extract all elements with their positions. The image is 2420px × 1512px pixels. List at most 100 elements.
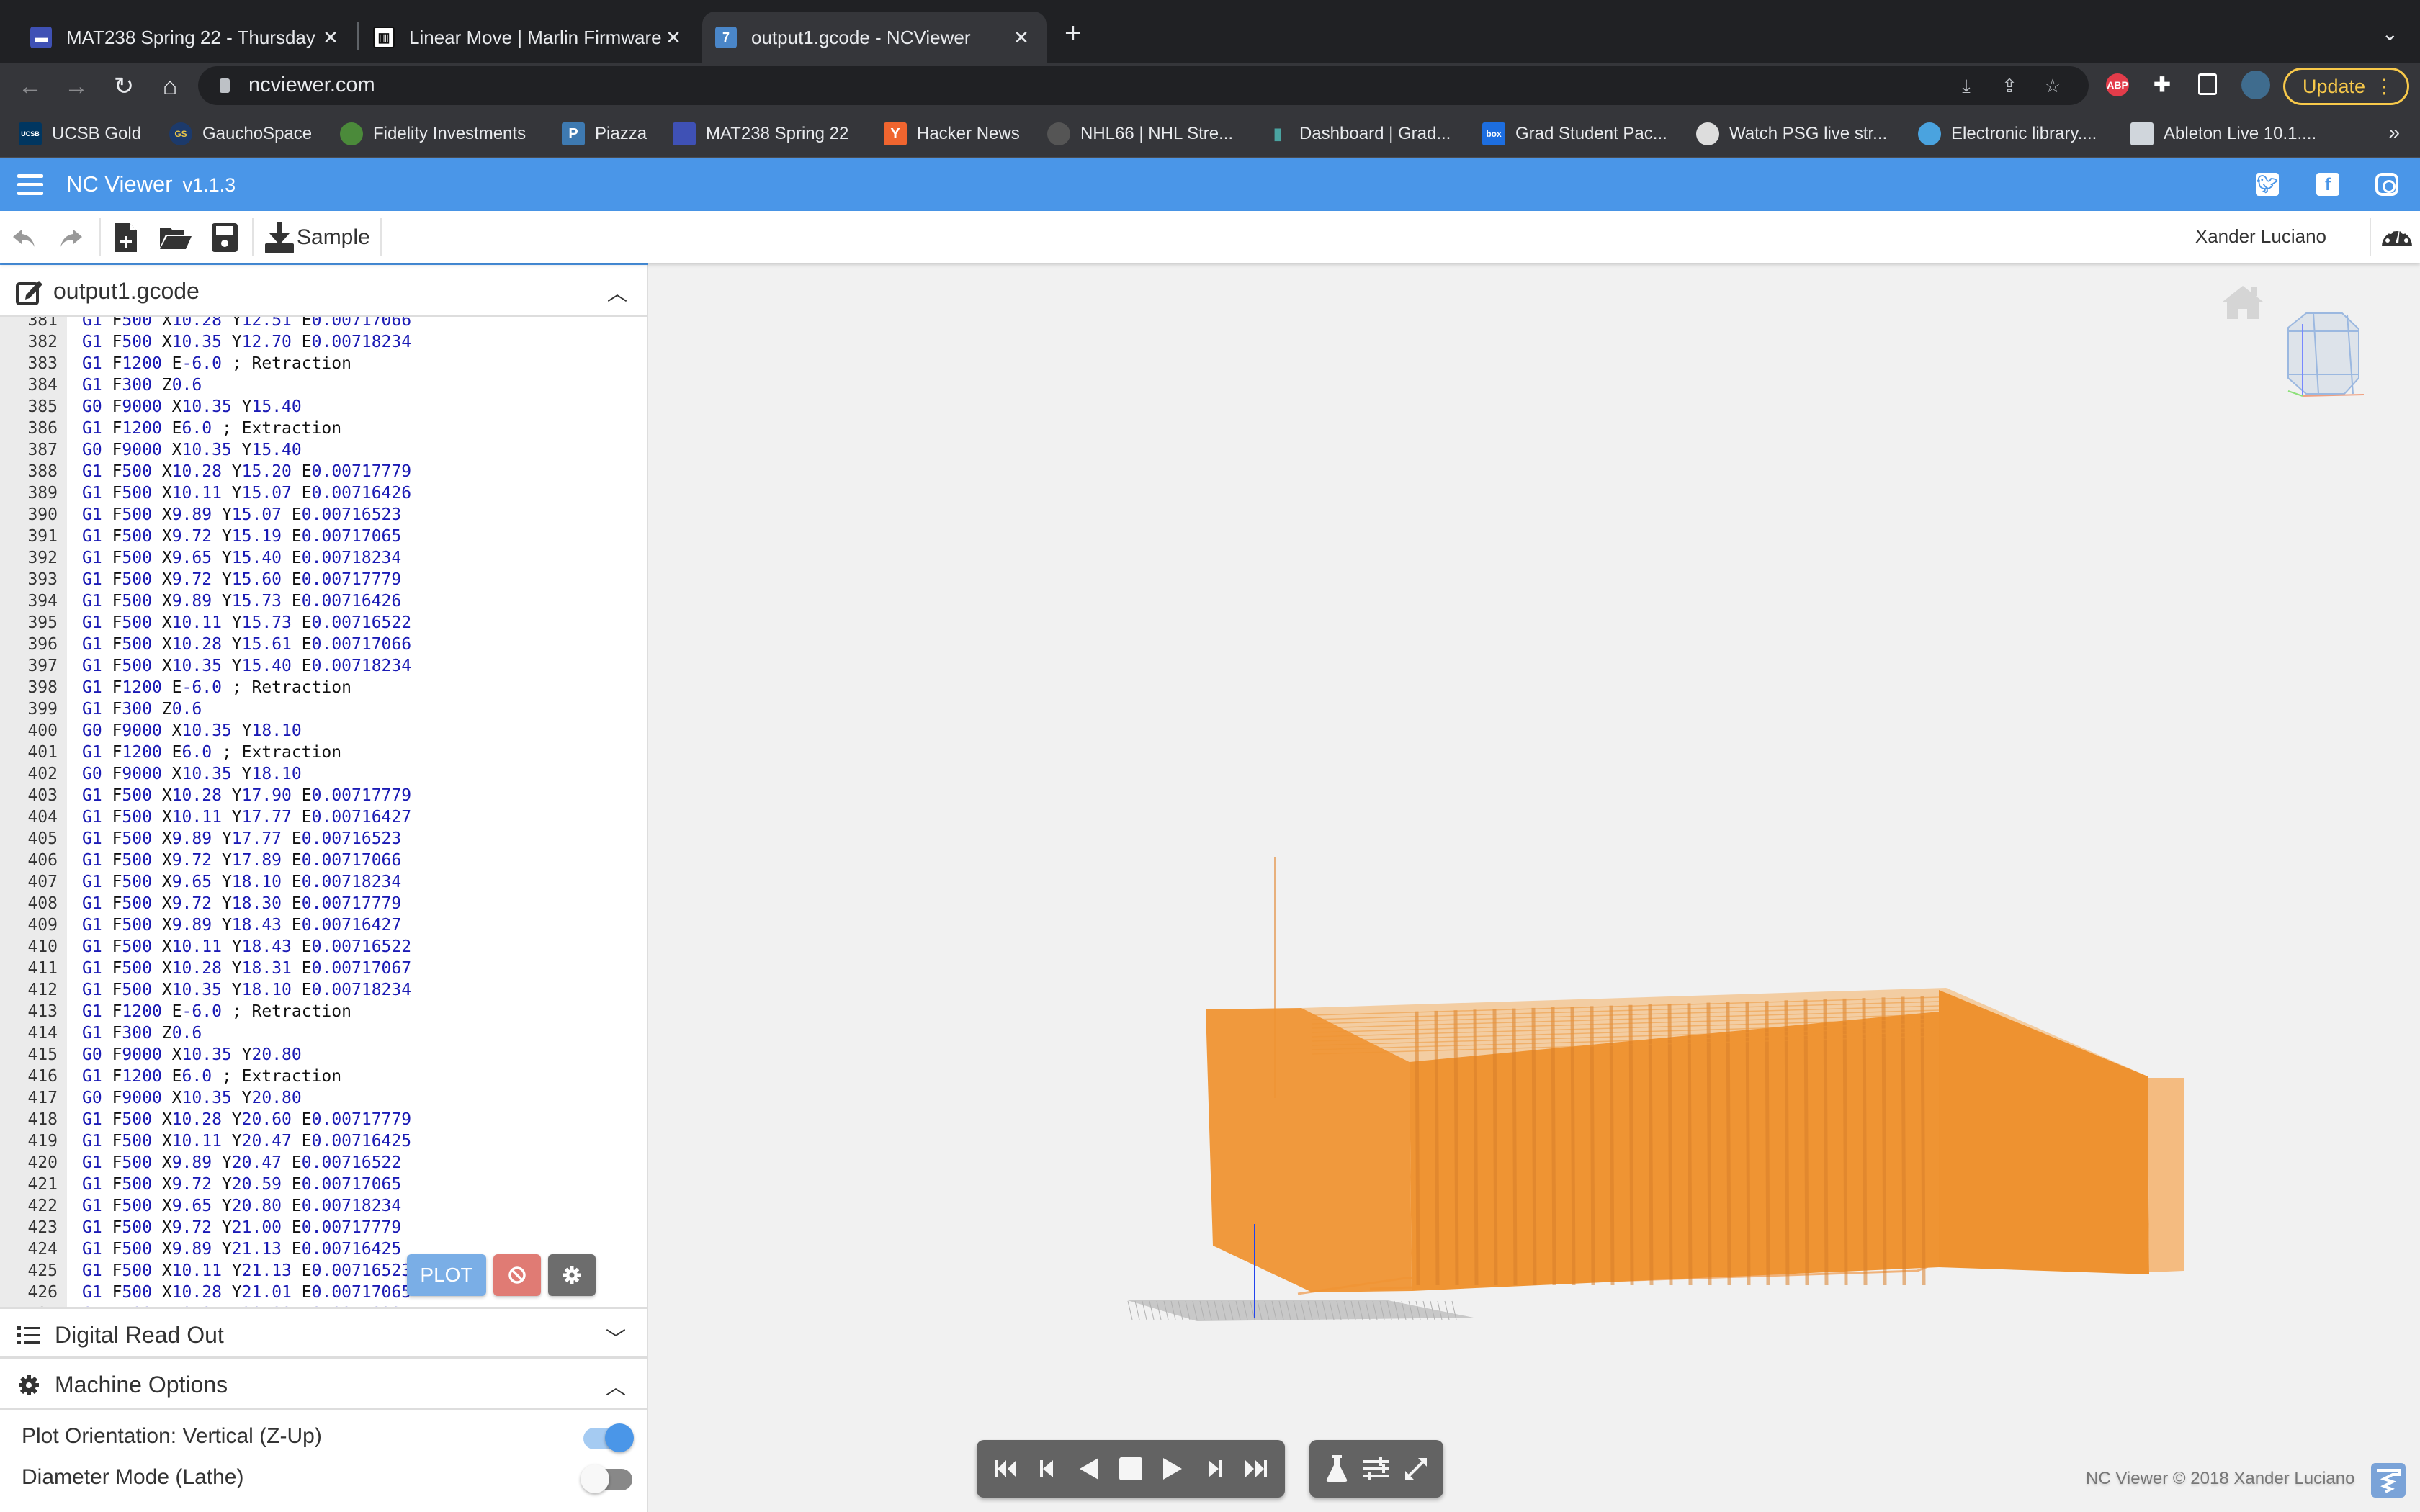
flask-icon[interactable] — [1322, 1454, 1351, 1483]
browser-tab[interactable]: ▥ Linear Move | Marlin Firmware ✕ — [360, 12, 699, 63]
bookmark-item[interactable]: Y Hacker News — [884, 122, 1020, 145]
facebook-icon[interactable]: f — [2316, 173, 2339, 196]
profile-avatar[interactable] — [2241, 71, 2270, 99]
bookmark-item[interactable]: box Grad Student Pac... — [1482, 122, 1667, 145]
code-line[interactable]: 413 G1 F1200 E-6.0 ; Retraction — [0, 1001, 647, 1022]
browser-tab-active[interactable]: 7 output1.gcode - NCViewer ✕ — [702, 12, 1047, 63]
diameter-mode-toggle[interactable] — [581, 1464, 632, 1493]
gcode-editor[interactable]: 381 G1 F500 X10.28 Y12.51 E0.00717066 382 G… — [0, 317, 647, 1307]
redo-button[interactable] — [59, 224, 84, 251]
machine-options-header[interactable]: Machine Options ︿ — [0, 1359, 647, 1410]
code-line[interactable]: 395 G1 F500 X10.11 Y15.73 E0.00716522 — [0, 612, 647, 634]
code-line[interactable]: 405 G1 F500 X9.89 Y17.77 E0.00716523 — [0, 828, 647, 850]
code-line[interactable]: 408 G1 F500 X9.72 Y18.30 E0.00717779 — [0, 893, 647, 914]
code-line[interactable]: 394 G1 F500 X9.89 Y15.73 E0.00716426 — [0, 590, 647, 612]
bookmark-item[interactable]: ▮ Dashboard | Grad... — [1266, 122, 1451, 145]
bookmark-item[interactable]: P Piazza — [562, 122, 647, 145]
undo-button[interactable] — [12, 224, 36, 251]
bookmark-item[interactable]: UCSB UCSB Gold — [19, 122, 141, 145]
clear-button[interactable] — [493, 1254, 541, 1296]
code-line[interactable]: 401 G1 F1200 E6.0 ; Extraction — [0, 742, 647, 763]
code-line[interactable]: 389 G1 F500 X10.11 Y15.07 E0.00716426 — [0, 482, 647, 504]
plot-button[interactable]: PLOT — [407, 1254, 486, 1296]
code-line[interactable]: 423 G1 F500 X9.72 Y21.00 E0.00717779 — [0, 1217, 647, 1238]
share-icon[interactable]: ⇪ — [1999, 75, 2020, 96]
update-button[interactable]: Update ⋮ — [2283, 68, 2409, 105]
code-line[interactable]: 404 G1 F500 X10.11 Y17.77 E0.00716427 — [0, 806, 647, 828]
save-file-button[interactable] — [212, 223, 238, 252]
bookmark-item[interactable]: MAT238 Spring 22 — [673, 122, 848, 145]
home-view-icon[interactable] — [2221, 284, 2264, 320]
bookmark-star-icon[interactable]: ☆ — [2042, 75, 2063, 96]
editor-settings-button[interactable] — [548, 1254, 596, 1296]
sliders-icon[interactable] — [1362, 1454, 1391, 1483]
code-line[interactable]: 416 G1 F1200 E6.0 ; Extraction — [0, 1066, 647, 1087]
back-arrow-icon[interactable]: ← — [14, 71, 46, 102]
code-line[interactable]: 383 G1 F1200 E-6.0 ; Retraction — [0, 353, 647, 374]
code-line[interactable]: 412 G1 F500 X10.35 Y18.10 E0.00718234 — [0, 979, 647, 1001]
bookmark-item[interactable]: Fidelity Investments — [340, 122, 526, 145]
code-line[interactable]: 391 G1 F500 X9.72 Y15.19 E0.00717065 — [0, 526, 647, 547]
next-step-icon[interactable] — [1199, 1454, 1228, 1483]
code-line[interactable]: 421 G1 F500 X9.72 Y20.59 E0.00717065 — [0, 1174, 647, 1195]
code-line[interactable]: 384 G1 F300 Z0.6 — [0, 374, 647, 396]
hamburger-menu-icon[interactable] — [17, 174, 43, 196]
play-icon[interactable] — [1158, 1454, 1187, 1483]
code-line[interactable]: 399 G1 F300 Z0.6 — [0, 698, 647, 720]
sample-button[interactable]: Sample — [265, 222, 370, 253]
previous-step-icon[interactable] — [1034, 1454, 1062, 1483]
close-tab-icon[interactable]: ✕ — [1009, 27, 1034, 49]
open-file-button[interactable] — [160, 224, 192, 251]
bookmark-item[interactable]: Watch PSG live str... — [1696, 122, 1887, 145]
code-line[interactable]: 417 G0 F9000 X10.35 Y20.80 — [0, 1087, 647, 1109]
code-line[interactable]: 418 G1 F500 X10.28 Y20.60 E0.00717779 — [0, 1109, 647, 1130]
code-line[interactable]: 420 G1 F500 X9.89 Y20.47 E0.00716522 — [0, 1152, 647, 1174]
editor-header[interactable]: output1.gcode ︿ — [0, 263, 648, 317]
new-file-button[interactable] — [115, 223, 137, 252]
close-tab-icon[interactable]: ✕ — [318, 27, 343, 49]
url-input[interactable]: ncviewer.com ⤓ ⇪ ☆ — [198, 66, 2089, 105]
view-cube[interactable] — [2267, 306, 2375, 407]
install-app-icon[interactable]: ⤓ — [1955, 75, 1977, 96]
code-line[interactable]: 414 G1 F300 Z0.6 — [0, 1022, 647, 1044]
code-line[interactable]: 385 G0 F9000 X10.35 Y15.40 — [0, 396, 647, 418]
close-tab-icon[interactable]: ✕ — [661, 27, 686, 49]
adblock-plus-icon[interactable]: ABP — [2106, 73, 2129, 96]
stop-icon[interactable] — [1116, 1454, 1145, 1483]
code-line[interactable]: 402 G0 F9000 X10.35 Y18.10 — [0, 763, 647, 785]
code-line[interactable]: 382 G1 F500 X10.35 Y12.70 E0.00718234 — [0, 331, 647, 353]
browser-tab[interactable]: ▬ MAT238 Spring 22 - Thursday ✕ — [17, 12, 356, 63]
kebab-menu-icon[interactable]: ⋮ — [2375, 70, 2394, 103]
instagram-icon[interactable] — [2375, 173, 2398, 196]
last-step-icon[interactable] — [1241, 1454, 1270, 1483]
bookmark-item[interactable]: NHL66 | NHL Stre... — [1047, 122, 1233, 145]
code-line[interactable]: 392 G1 F500 X9.65 Y15.40 E0.00718234 — [0, 547, 647, 569]
code-line[interactable]: 409 G1 F500 X9.89 Y18.43 E0.00716427 — [0, 914, 647, 936]
code-line[interactable]: 407 G1 F500 X9.65 Y18.10 E0.00718234 — [0, 871, 647, 893]
extensions-puzzle-icon[interactable]: ✚ — [2151, 73, 2174, 96]
code-line[interactable]: 390 G1 F500 X9.89 Y15.07 E0.00716523 — [0, 504, 647, 526]
bookmark-item[interactable]: Ableton Live 10.1.... — [2130, 122, 2316, 145]
code-line[interactable]: 397 G1 F500 X10.35 Y15.40 E0.00718234 — [0, 655, 647, 677]
code-line[interactable]: 381 G1 F500 X10.28 Y12.51 E0.00717066 — [0, 317, 647, 331]
collapse-chevron-up-icon[interactable]: ︿ — [605, 1372, 627, 1398]
fullscreen-icon[interactable] — [1402, 1454, 1430, 1483]
collapse-chevron-up-icon[interactable]: ︿ — [606, 278, 628, 305]
forward-arrow-icon[interactable]: → — [60, 71, 92, 102]
code-line[interactable]: 398 G1 F1200 E-6.0 ; Retraction — [0, 677, 647, 698]
bookmark-item[interactable]: GS GauchoSpace — [169, 122, 312, 145]
digital-read-out-header[interactable]: Digital Read Out ﹀ — [0, 1307, 647, 1359]
expand-chevron-down-icon[interactable]: ﹀ — [605, 1323, 627, 1350]
home-icon[interactable]: ⌂ — [154, 71, 186, 102]
code-line[interactable]: 396 G1 F500 X10.28 Y15.61 E0.00717066 — [0, 634, 647, 655]
first-step-icon[interactable] — [992, 1454, 1021, 1483]
code-line[interactable]: 387 G0 F9000 X10.35 Y15.40 — [0, 439, 647, 461]
code-line[interactable]: 415 G0 F9000 X10.35 Y20.80 — [0, 1044, 647, 1066]
reading-list-icon[interactable] — [2198, 73, 2217, 95]
performance-button[interactable] — [2380, 221, 2414, 248]
code-line[interactable]: 406 G1 F500 X9.72 Y17.89 E0.00717066 — [0, 850, 647, 871]
code-line[interactable]: 403 G1 F500 X10.28 Y17.90 E0.00717779 — [0, 785, 647, 806]
code-line[interactable]: 410 G1 F500 X10.11 Y18.43 E0.00716522 — [0, 936, 647, 958]
reload-icon[interactable]: ↻ — [108, 71, 140, 102]
new-tab-button[interactable]: + — [1065, 19, 1081, 48]
